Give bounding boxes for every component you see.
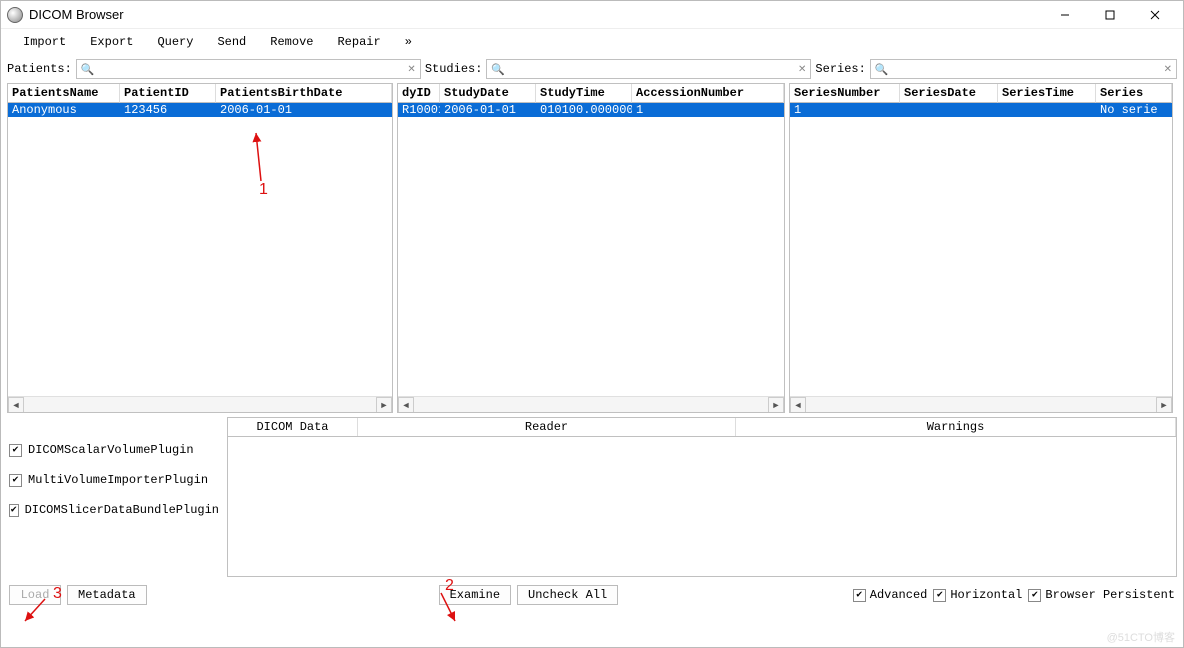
checkbox-icon[interactable]: ✔	[853, 589, 866, 602]
col-studydate[interactable]: StudyDate	[440, 84, 536, 103]
clear-icon[interactable]: ✕	[798, 64, 806, 75]
checkbox-icon[interactable]: ✔	[9, 474, 22, 487]
plugins-column: ✔ DICOMScalarVolumePlugin ✔ MultiVolumeI…	[7, 417, 221, 577]
plugin-label: MultiVolumeImporterPlugin	[28, 473, 208, 487]
cell-seriestime	[998, 103, 1096, 117]
col-studyid[interactable]: dyID	[398, 84, 440, 103]
studies-label: Studies:	[425, 62, 483, 76]
browser-persistent-checkbox[interactable]: ✔ Browser Persistent	[1028, 588, 1175, 602]
h-scrollbar[interactable]: ◄ ►	[398, 396, 784, 412]
col-patientsname[interactable]: PatientsName	[8, 84, 120, 103]
horizontal-checkbox[interactable]: ✔ Horizontal	[933, 588, 1022, 602]
detail-body	[227, 437, 1177, 577]
menu-bar: Import Export Query Send Remove Repair »	[1, 29, 1183, 55]
plugin-label: DICOMSlicerDataBundlePlugin	[25, 503, 219, 517]
col-reader[interactable]: Reader	[358, 418, 736, 436]
studies-table[interactable]: dyID StudyDate StudyTime AccessionNumber…	[397, 83, 785, 413]
table-row[interactable]: 1 No serie	[790, 103, 1172, 117]
scroll-right-icon[interactable]: ►	[376, 397, 392, 413]
clear-icon[interactable]: ✕	[407, 64, 415, 75]
patients-search[interactable]: 🔍 ✕	[76, 59, 421, 79]
plugin-label: DICOMScalarVolumePlugin	[28, 443, 194, 457]
patients-label: Patients:	[7, 62, 72, 76]
col-accessionnumber[interactable]: AccessionNumber	[632, 84, 784, 103]
cell-seriesnum: 1	[790, 103, 900, 117]
cell-birth: 2006-01-01	[216, 103, 392, 117]
plugin-scalar[interactable]: ✔ DICOMScalarVolumePlugin	[7, 435, 221, 465]
watermark: @51CTO博客	[1107, 629, 1175, 645]
metadata-button[interactable]: Metadata	[67, 585, 147, 605]
col-patientid[interactable]: PatientID	[120, 84, 216, 103]
col-seriestime[interactable]: SeriesTime	[998, 84, 1096, 103]
cell-id: 123456	[120, 103, 216, 117]
cell-studytime: 010100.000000	[536, 103, 632, 117]
series-table[interactable]: SeriesNumber SeriesDate SeriesTime Serie…	[789, 83, 1173, 413]
menu-send[interactable]: Send	[205, 31, 258, 53]
button-row: Load Metadata Examine Uncheck All ✔ Adva…	[1, 581, 1183, 609]
menu-import[interactable]: Import	[11, 31, 78, 53]
cell-studyid: R10001	[398, 103, 440, 117]
h-scrollbar[interactable]: ◄ ►	[8, 396, 392, 412]
uncheck-all-button[interactable]: Uncheck All	[517, 585, 618, 605]
examine-button[interactable]: Examine	[439, 585, 511, 605]
browser-persistent-label: Browser Persistent	[1045, 588, 1175, 602]
cell-accession: 1	[632, 103, 784, 117]
scroll-right-icon[interactable]: ►	[768, 397, 784, 413]
col-dicomdata[interactable]: DICOM Data	[228, 418, 358, 436]
patients-table[interactable]: PatientsName PatientID PatientsBirthDate…	[7, 83, 393, 413]
app-icon	[7, 7, 23, 23]
col-patientsbirthdate[interactable]: PatientsBirthDate	[216, 84, 392, 103]
window-title: DICOM Browser	[29, 7, 1042, 22]
cell-studydate: 2006-01-01	[440, 103, 536, 117]
advanced-label: Advanced	[870, 588, 928, 602]
checkbox-icon[interactable]: ✔	[933, 589, 946, 602]
col-seriesnumber[interactable]: SeriesNumber	[790, 84, 900, 103]
scroll-left-icon[interactable]: ◄	[8, 397, 24, 413]
tables-area: PatientsName PatientID PatientsBirthDate…	[1, 83, 1183, 413]
table-row[interactable]: R10001 2006-01-01 010100.000000 1	[398, 103, 784, 117]
table-row[interactable]: Anonymous 123456 2006-01-01	[8, 103, 392, 117]
search-icon: 🔍	[491, 63, 505, 76]
checkbox-icon[interactable]: ✔	[1028, 589, 1041, 602]
load-button[interactable]: Load	[9, 585, 61, 605]
menu-repair[interactable]: Repair	[325, 31, 392, 53]
close-button[interactable]	[1132, 2, 1177, 28]
col-studytime[interactable]: StudyTime	[536, 84, 632, 103]
horizontal-label: Horizontal	[950, 588, 1022, 602]
bottom-panel: ✔ DICOMScalarVolumePlugin ✔ MultiVolumeI…	[1, 413, 1183, 581]
plugin-slicerbundle[interactable]: ✔ DICOMSlicerDataBundlePlugin	[7, 495, 221, 525]
cell-seriesdate	[900, 103, 998, 117]
scroll-right-icon[interactable]: ►	[1156, 397, 1172, 413]
checkbox-icon[interactable]: ✔	[9, 444, 22, 457]
series-search[interactable]: 🔍 ✕	[870, 59, 1177, 79]
col-warnings[interactable]: Warnings	[736, 418, 1176, 436]
h-scrollbar[interactable]: ◄ ►	[790, 396, 1172, 412]
patients-search-input[interactable]	[99, 61, 408, 77]
cell-name: Anonymous	[8, 103, 120, 117]
clear-icon[interactable]: ✕	[1164, 64, 1172, 75]
series-label: Series:	[815, 62, 865, 76]
menu-query[interactable]: Query	[145, 31, 205, 53]
studies-search-input[interactable]	[509, 61, 798, 77]
studies-search[interactable]: 🔍 ✕	[486, 59, 811, 79]
minimize-button[interactable]	[1042, 2, 1087, 28]
window-titlebar: DICOM Browser	[1, 1, 1183, 29]
scroll-left-icon[interactable]: ◄	[790, 397, 806, 413]
filter-row: Patients: 🔍 ✕ Studies: 🔍 ✕ Series: 🔍 ✕	[1, 55, 1183, 83]
cell-seriesdesc: No serie	[1096, 103, 1172, 117]
detail-column: DICOM Data Reader Warnings	[227, 417, 1177, 577]
plugin-multivolume[interactable]: ✔ MultiVolumeImporterPlugin	[7, 465, 221, 495]
menu-remove[interactable]: Remove	[258, 31, 325, 53]
col-seriesdesc[interactable]: Series	[1096, 84, 1172, 103]
advanced-checkbox[interactable]: ✔ Advanced	[853, 588, 928, 602]
checkbox-icon[interactable]: ✔	[9, 504, 19, 517]
search-icon: 🔍	[875, 63, 889, 76]
menu-export[interactable]: Export	[78, 31, 145, 53]
search-icon: 🔍	[81, 63, 95, 76]
menu-overflow[interactable]: »	[393, 31, 424, 53]
series-search-input[interactable]	[893, 61, 1164, 77]
scroll-left-icon[interactable]: ◄	[398, 397, 414, 413]
maximize-button[interactable]	[1087, 2, 1132, 28]
col-seriesdate[interactable]: SeriesDate	[900, 84, 998, 103]
